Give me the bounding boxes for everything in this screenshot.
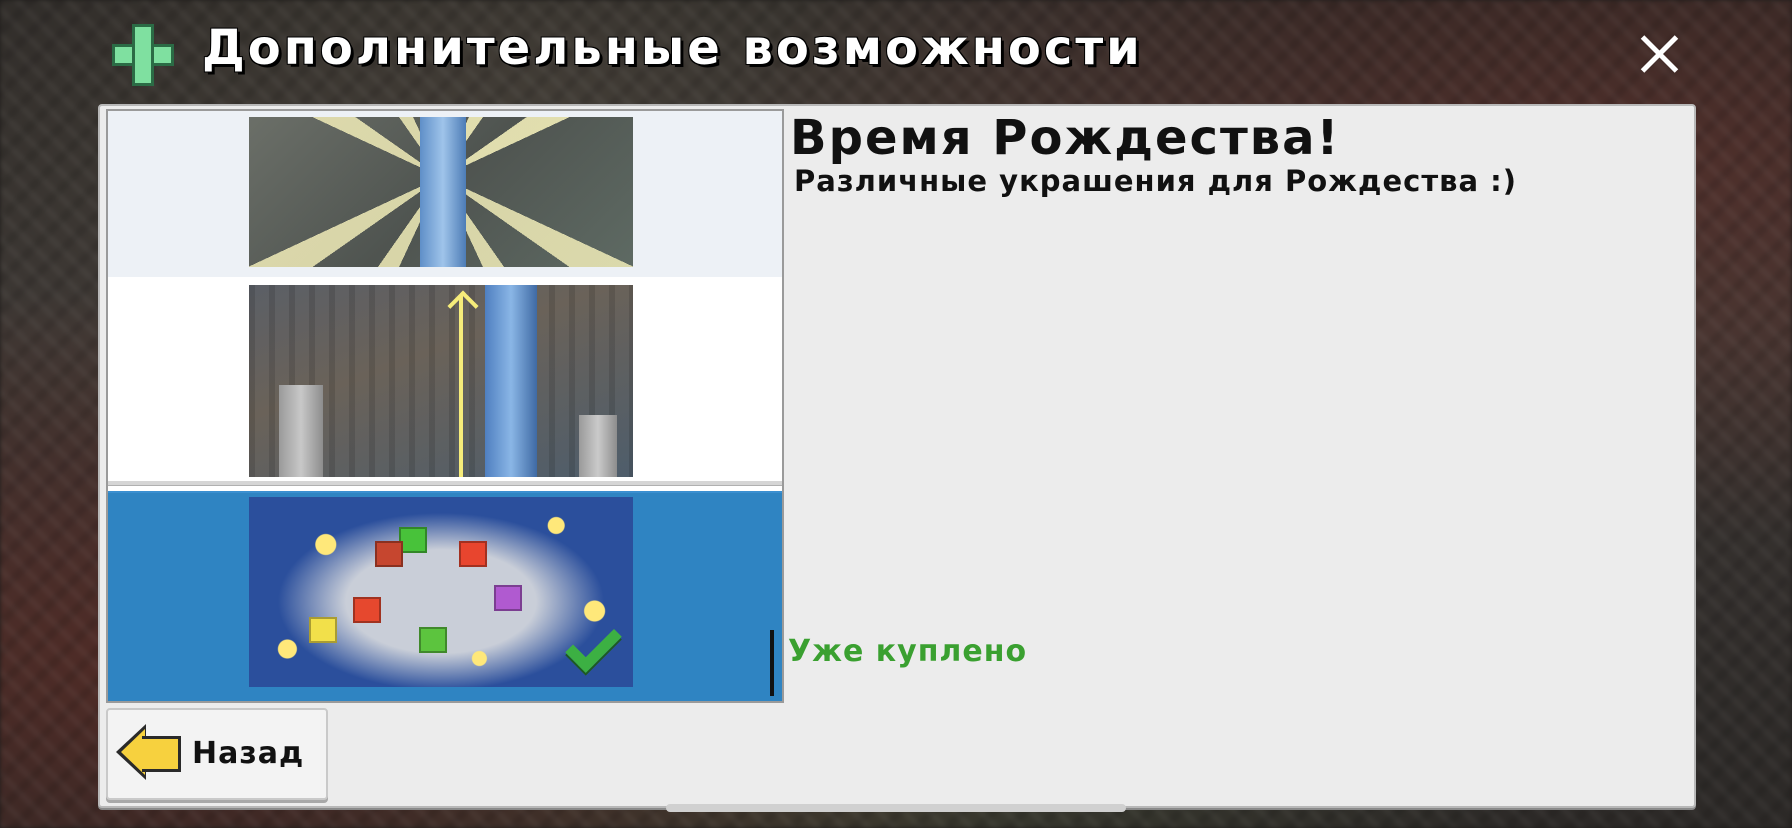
feature-list[interactable] [106, 109, 784, 703]
tall-tower-thumbnail [249, 285, 633, 477]
back-button[interactable]: Назад [106, 708, 328, 800]
back-button-label: Назад [192, 736, 305, 771]
divider [108, 481, 782, 486]
spotlight-tower-thumbnail [249, 117, 633, 267]
christmas-decorations-thumbnail [249, 497, 633, 687]
plus-icon [112, 24, 174, 86]
close-icon[interactable] [1630, 26, 1688, 84]
up-arrow-icon [459, 295, 463, 477]
list-item[interactable] [108, 111, 782, 277]
page-title: Дополнительные возможности [202, 20, 1143, 76]
feature-description: Различные украшения для Рождества :) [794, 164, 1517, 198]
scrollbar[interactable] [770, 630, 774, 696]
feature-title: Время Рождества! [790, 110, 1341, 166]
home-indicator[interactable] [666, 804, 1126, 812]
purchase-status: Уже куплено [788, 634, 1028, 669]
title-bar: Дополнительные возможности [112, 18, 1672, 88]
list-item[interactable] [108, 277, 782, 477]
dialog-panel: Время Рождества! Различные украшения для… [98, 104, 1696, 808]
list-item-selected[interactable] [108, 491, 782, 701]
arrow-left-icon [116, 724, 182, 780]
check-icon [565, 617, 615, 673]
